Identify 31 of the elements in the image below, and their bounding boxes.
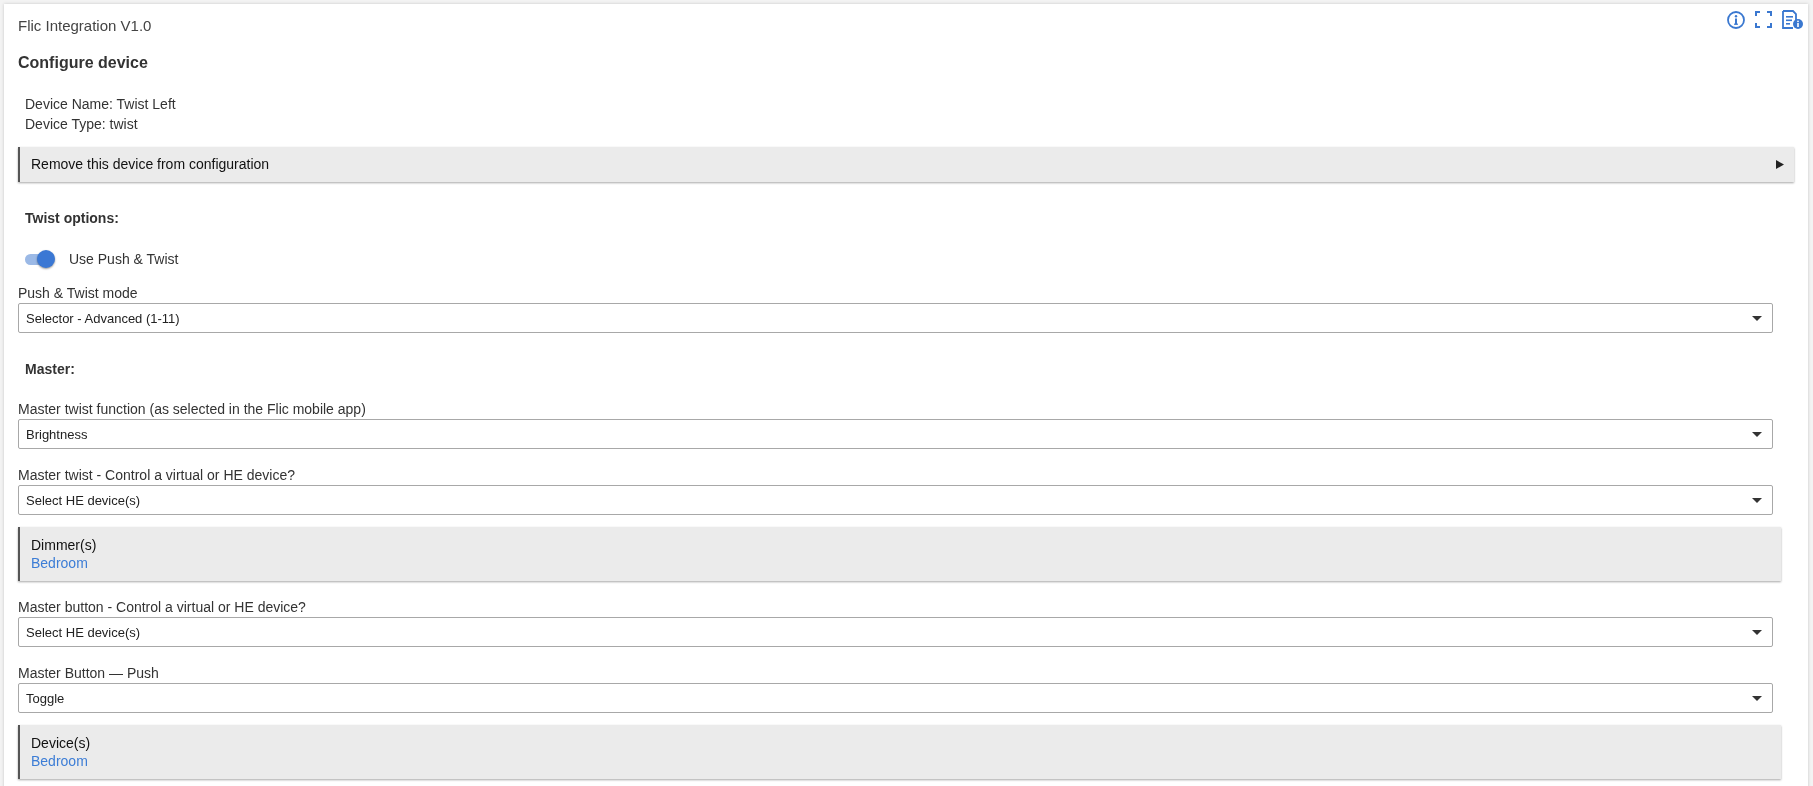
document-info-icon[interactable] [1782, 10, 1803, 29]
info-icon[interactable] [1727, 10, 1745, 29]
dropdown[interactable]: Select HE device(s) [18, 617, 1773, 647]
dropdown[interactable]: Select HE device(s) [18, 485, 1773, 515]
toggle-label: Use Push & Twist [69, 250, 179, 268]
dropdown[interactable]: Brightness [18, 419, 1773, 449]
toggle-switch[interactable] [25, 250, 55, 268]
field-label: Master Button — Push [18, 664, 159, 682]
fullscreen-icon[interactable] [1755, 11, 1772, 28]
field-label: Push & Twist mode [18, 284, 138, 302]
field-label: Master twist function (as selected in the Flic mobile app) [18, 400, 366, 418]
caret-icon [1752, 629, 1762, 635]
caret-icon [1752, 431, 1762, 437]
device-link[interactable]: Bedroom [31, 554, 88, 572]
collapsible-header[interactable]: Remove this device from configuration [18, 147, 1794, 182]
dropdown[interactable]: Selector - Advanced (1-11) [18, 303, 1773, 333]
page-heading: Configure device [18, 53, 149, 73]
caret-icon [1752, 497, 1762, 503]
device-link[interactable]: Bedroom [31, 752, 88, 770]
caret-icon [1752, 315, 1762, 321]
device-info-text: Device Type: twist [25, 115, 138, 134]
section-heading: Master: [24, 360, 75, 378]
field-label: Master twist - Control a virtual or HE device? [18, 466, 295, 484]
app-title: Flic Integration V1.0 [18, 17, 152, 35]
field-label: Master button - Control a virtual or HE device? [18, 598, 306, 616]
panel-title: Device(s) [31, 734, 91, 752]
section-heading: Twist options: [24, 209, 119, 227]
caret-icon [1752, 695, 1762, 701]
panel-title: Dimmer(s) [31, 536, 97, 554]
device-info-text: Device Name: Twist Left [25, 95, 176, 114]
dropdown[interactable]: Toggle [18, 683, 1773, 713]
